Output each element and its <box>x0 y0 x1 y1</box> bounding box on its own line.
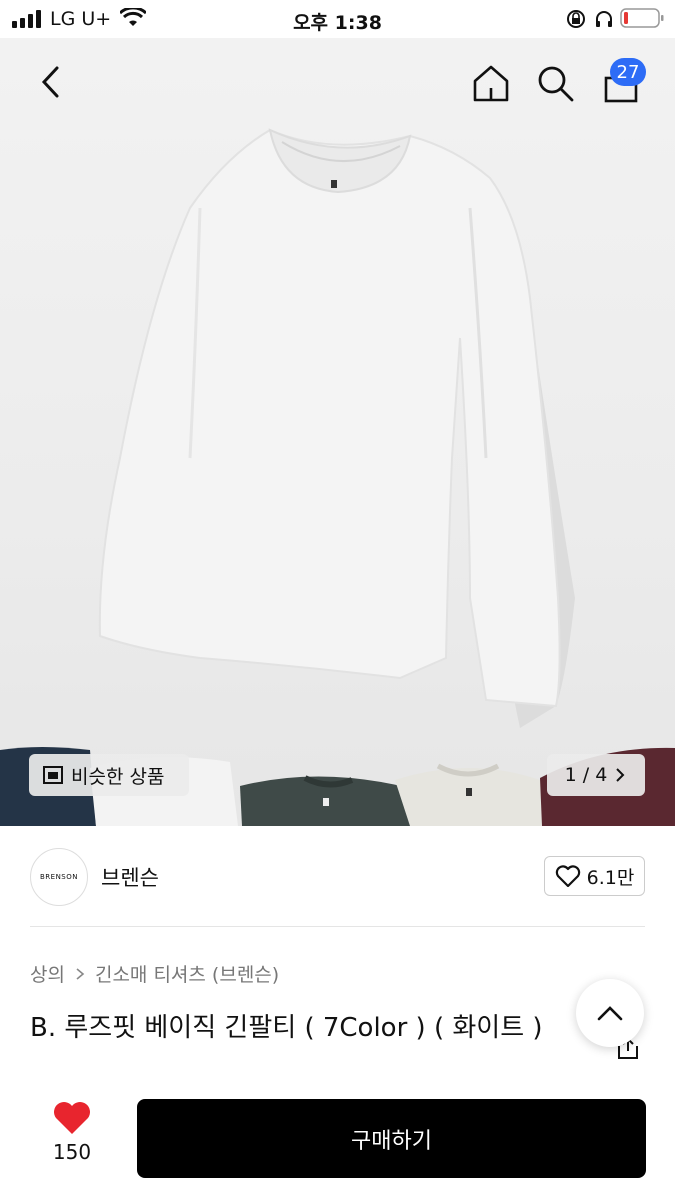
heart-outline-icon <box>555 865 580 887</box>
search-button[interactable] <box>534 62 576 104</box>
chevron-right-icon <box>616 768 625 782</box>
tshirt-illustration <box>0 128 675 826</box>
product-image[interactable] <box>0 38 675 826</box>
similar-products-label: 비슷한 상품 <box>71 765 165 788</box>
headphones-icon <box>596 11 612 27</box>
home-icon <box>473 65 509 102</box>
brand-like-button[interactable]: 6.1만 <box>544 856 645 896</box>
brand-logo[interactable]: BRENSON <box>30 848 88 906</box>
page-indicator-text: 1 / 4 <box>564 764 608 786</box>
product-title: B. 루즈핏 베이직 긴팔티 ( 7Color ) ( 화이트 ) <box>30 1013 543 1043</box>
wishlist-button[interactable]: 150 <box>40 1100 104 1180</box>
breadcrumb-item-category[interactable]: 상의 <box>30 960 65 987</box>
chevron-up-icon <box>597 1006 623 1021</box>
battery-icon <box>620 8 664 28</box>
back-button[interactable] <box>30 62 70 102</box>
breadcrumb: 상의 긴소매 티셔츠 (브렌슨) <box>30 960 279 987</box>
similar-products-button[interactable]: 비슷한 상품 <box>29 754 189 796</box>
heart-filled-icon <box>54 1102 90 1134</box>
similar-items-icon <box>43 766 63 784</box>
brand-like-count: 6.1만 <box>586 866 635 889</box>
divider <box>30 926 645 927</box>
image-page-indicator[interactable]: 1 / 4 <box>547 754 645 796</box>
orientation-lock-icon <box>567 10 585 28</box>
buy-button[interactable]: 구매하기 <box>137 1099 646 1178</box>
brand-name[interactable]: 브렌슨 <box>101 862 159 892</box>
status-bar: LG U+ 오후 1:38 <box>0 0 675 38</box>
search-icon <box>538 66 574 102</box>
wishlist-count: 150 <box>52 1140 92 1164</box>
scroll-to-top-button[interactable] <box>576 979 644 1047</box>
cart-count-badge: 27 <box>610 58 646 86</box>
breadcrumb-item-subcategory[interactable]: 긴소매 티셔츠 (브렌슨) <box>95 960 279 987</box>
chevron-right-icon <box>76 967 85 980</box>
chevron-left-icon <box>41 66 59 98</box>
home-button[interactable] <box>470 62 512 104</box>
